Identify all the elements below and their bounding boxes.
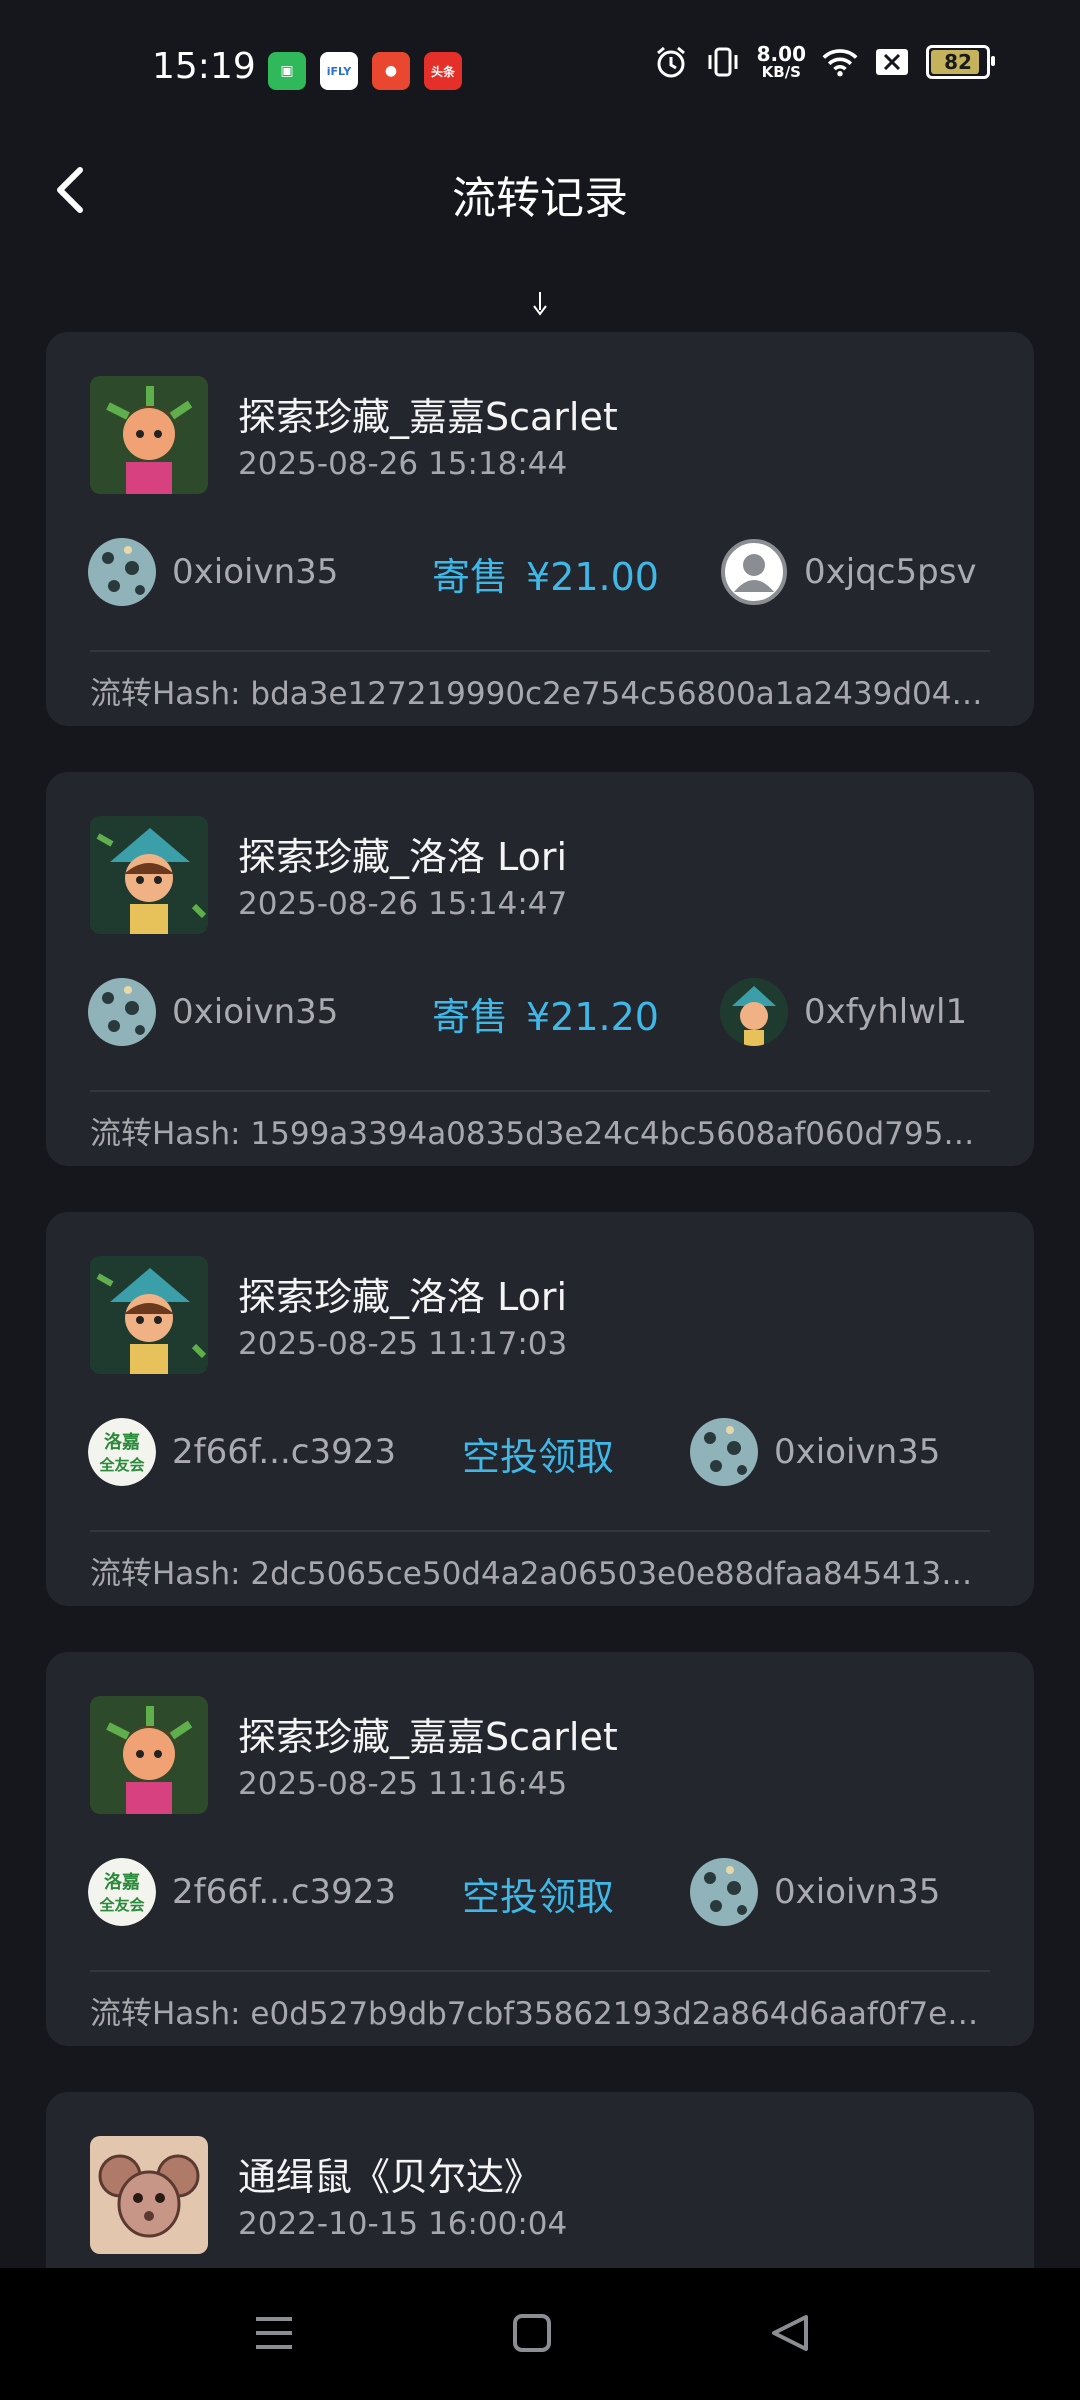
leopard-avatar [88, 978, 156, 1046]
divider [90, 650, 990, 652]
action-type: 空投领取 [462, 1435, 615, 1479]
from-address: 2f66f...c3923 [172, 1872, 397, 1912]
back-nav-button[interactable] [750, 2298, 830, 2368]
wifi-icon [822, 44, 858, 80]
transfer-hash[interactable]: 流转Hash: 2dc5065ce50d4a2a06503e0e88dfaa84… [90, 1548, 990, 1593]
nft-name: 探索珍藏_嘉嘉Scarlet [238, 1715, 618, 1759]
toutiao-notification-icon: 头条 [424, 52, 462, 90]
default-user-avatar [720, 538, 788, 606]
divider [90, 1530, 990, 1532]
record-card[interactable]: 探索珍藏_洛洛 Lori 2025-08-26 15:14:47 0xioivn… [46, 772, 1034, 1166]
menu-icon [256, 2317, 292, 2349]
airdrop-club-avatar: 洛嘉 全友会 [88, 1418, 156, 1486]
nft-name: 探索珍藏_洛洛 Lori [238, 835, 568, 879]
record-card[interactable]: 探索珍藏_嘉嘉Scarlet 2025-08-25 11:16:45 洛嘉全友会… [46, 1652, 1034, 2046]
to-address: 0xioivn35 [774, 1872, 941, 1912]
action-label: 寄售 ¥21.20 [432, 986, 659, 1041]
menu-button[interactable] [234, 2298, 314, 2368]
to-address: 0xioivn35 [774, 1432, 941, 1472]
leopard-avatar [88, 538, 156, 606]
record-card[interactable]: 探索珍藏_嘉嘉Scarlet 2025-08-26 15:18:44 0xioi… [46, 332, 1034, 726]
from-party[interactable]: 0xioivn35 [88, 538, 338, 606]
record-date: 2022-10-15 16:00:04 [238, 2206, 568, 2242]
price: ¥21.20 [526, 995, 659, 1039]
to-address: 0xfyhlwl1 [804, 992, 968, 1032]
battery-indicator: 82 [926, 45, 995, 79]
action-label: 空投领取 [462, 1426, 614, 1481]
from-party[interactable]: 0xioivn35 [88, 978, 338, 1046]
loading-spinner-icon [530, 290, 550, 318]
ifly-notification-icon: iFLY [320, 52, 358, 90]
from-party[interactable]: 洛嘉全友会 2f66f...c3923 [88, 1858, 396, 1926]
action-type: 寄售 [432, 995, 509, 1039]
to-party[interactable]: 0xioivn35 [690, 1418, 940, 1486]
nft-thumbnail-lori [90, 1256, 208, 1374]
record-card[interactable]: 探索珍藏_洛洛 Lori 2025-08-25 11:17:03 洛嘉全友会 2… [46, 1212, 1034, 1606]
svg-text:洛嘉: 洛嘉 [104, 1431, 140, 1453]
divider [90, 1970, 990, 1972]
action-type: 空投领取 [462, 1875, 615, 1919]
header: 流转记录 [0, 140, 1080, 240]
action-label: 空投领取 [462, 1866, 614, 1921]
system-navigation-bar [0, 2268, 1080, 2400]
svg-text:全友会: 全友会 [98, 1896, 144, 1914]
app-notification-icon: ▣ [268, 52, 306, 90]
alarm-icon [653, 44, 689, 80]
nft-name: 探索珍藏_洛洛 Lori [238, 1275, 568, 1319]
nft-name: 通缉鼠《贝尔达》 [238, 2155, 543, 2199]
leopard-avatar [690, 1418, 758, 1486]
from-address: 2f66f...c3923 [172, 1432, 397, 1472]
status-bar: 15:19 ▣ iFLY ● 头条 8.00 KB/S 82 [0, 0, 1080, 140]
nft-thumbnail-mouse [90, 2136, 208, 2254]
to-party[interactable]: 0xjqc5psv [720, 538, 977, 606]
vibrate-icon [705, 44, 741, 80]
transfer-hash[interactable]: 流转Hash: bda3e127219990c2e754c56800a1a243… [90, 668, 990, 713]
nft-thumbnail-scarlet [90, 1696, 208, 1814]
lori-avatar [720, 978, 788, 1046]
to-address: 0xjqc5psv [804, 552, 977, 592]
status-time: 15:19 [152, 46, 256, 87]
to-party[interactable]: 0xfyhlwl1 [720, 978, 967, 1046]
nft-thumbnail-lori [90, 816, 208, 934]
record-date: 2025-08-25 11:17:03 [238, 1326, 568, 1362]
sim-x-icon [874, 44, 910, 80]
record-date: 2025-08-26 15:18:44 [238, 446, 568, 482]
home-square-icon [513, 2314, 551, 2352]
transfer-record-list: 探索珍藏_嘉嘉Scarlet 2025-08-26 15:18:44 0xioi… [46, 332, 1034, 2398]
network-speed: 8.00 KB/S [756, 42, 806, 81]
to-party[interactable]: 0xioivn35 [690, 1858, 940, 1926]
svg-text:洛嘉: 洛嘉 [104, 1871, 140, 1893]
home-button[interactable] [492, 2298, 572, 2368]
action-type: 寄售 [432, 555, 509, 599]
nft-thumbnail-scarlet [90, 376, 208, 494]
divider [90, 1090, 990, 1092]
from-address: 0xioivn35 [172, 552, 339, 592]
page-title: 流转记录 [452, 173, 628, 224]
record-date: 2025-08-26 15:14:47 [238, 886, 568, 922]
action-label: 寄售 ¥21.00 [432, 546, 659, 601]
tomato-notification-icon: ● [372, 52, 410, 90]
svg-text:全友会: 全友会 [98, 1456, 144, 1474]
back-triangle-icon [772, 2315, 808, 2351]
from-address: 0xioivn35 [172, 992, 339, 1032]
record-date: 2025-08-25 11:16:45 [238, 1766, 568, 1802]
from-party[interactable]: 洛嘉全友会 2f66f...c3923 [88, 1418, 396, 1486]
leopard-avatar [690, 1858, 758, 1926]
transfer-hash[interactable]: 流转Hash: 1599a3394a0835d3e24c4bc5608af060… [90, 1108, 990, 1153]
airdrop-club-avatar: 洛嘉 全友会 [88, 1858, 156, 1926]
transfer-hash[interactable]: 流转Hash: e0d527b9db7cbf35862193d2a864d6aa… [90, 1988, 990, 2033]
price: ¥21.00 [526, 555, 659, 599]
nft-name: 探索珍藏_嘉嘉Scarlet [238, 395, 618, 439]
